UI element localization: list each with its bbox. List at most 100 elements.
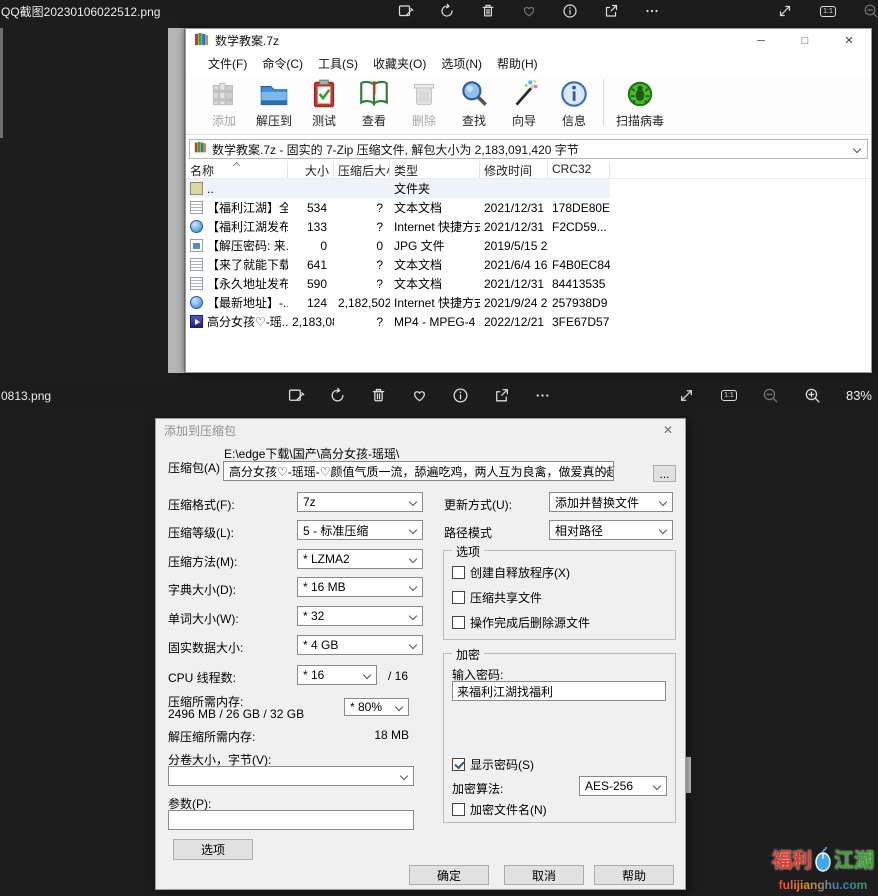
more-icon[interactable] — [637, 2, 667, 20]
column-name[interactable]: 名称 — [186, 161, 288, 178]
parameters-input[interactable] — [168, 810, 414, 830]
site-watermark: 福利 江湖 fulijianghu.com — [771, 846, 875, 892]
cancel-button[interactable]: 取消 — [504, 865, 584, 885]
test-button[interactable]: 测试 — [299, 75, 349, 129]
extract-button[interactable]: 解压到 — [249, 75, 299, 129]
archive-name-combo[interactable]: 高分女孩♡-瑶瑶-♡颜值气质一流，舔遍吃鸡，两人互为良禽，做爱真的超级爽，尽管外 — [223, 461, 614, 481]
chevron-down-icon[interactable] — [853, 145, 861, 153]
toolbar-separator — [603, 79, 604, 125]
info-button[interactable]: 信息 — [549, 75, 599, 129]
archive-app-icon — [194, 32, 209, 50]
memory-percent-select[interactable]: * 80% — [344, 698, 409, 716]
table-row[interactable]: 【福利江湖】全... 534? 文本文档2021/12/31 1...178DE… — [186, 198, 871, 217]
format-select[interactable]: 7z — [297, 492, 423, 512]
screenshot-stage: QQ截图20230106022512.png 1:1 数学教案.7z ─ □ — [0, 0, 878, 896]
archive-file-icon — [194, 141, 207, 157]
show-password-checkbox[interactable]: 显示密码(S) — [452, 756, 534, 773]
minimize-button[interactable]: ─ — [739, 35, 783, 47]
zoom-out-icon[interactable] — [756, 387, 786, 405]
column-crc32[interactable]: CRC32 — [548, 161, 610, 178]
menu-favorites[interactable]: 收藏夹(O) — [373, 55, 426, 72]
close-button[interactable]: ✕ — [827, 34, 871, 47]
column-size[interactable]: 大小 — [288, 161, 334, 178]
image-file-icon — [190, 239, 203, 252]
info-icon[interactable] — [555, 2, 585, 20]
delete-icon[interactable] — [363, 387, 393, 405]
address-bar[interactable]: 数学教案.7z - 固实的 7-Zip 压缩文件, 解包大小为 2,183,09… — [189, 139, 868, 159]
compress-shared-checkbox[interactable]: 压缩共享文件 — [452, 589, 542, 606]
table-row[interactable]: 【解压密码: 来... 00 JPG 文件2019/5/15 22... — [186, 236, 871, 255]
menu-options[interactable]: 选项(N) — [441, 55, 482, 72]
dictionary-select[interactable]: * 16 MB — [297, 577, 423, 597]
delete-after-checkbox[interactable]: 操作完成后删除源文件 — [452, 614, 590, 631]
word-size-select[interactable]: * 32 — [297, 606, 423, 626]
view-button[interactable]: 查看 — [349, 75, 399, 129]
share-icon[interactable] — [596, 2, 626, 20]
edit-image-icon[interactable] — [281, 387, 311, 405]
ok-button[interactable]: 确定 — [409, 865, 489, 885]
delete-button[interactable]: 删除 — [399, 75, 449, 129]
path-mode-select[interactable]: 相对路径 — [549, 520, 673, 540]
file-list: .. 文件夹 【福利江湖】全... 534? 文本文档2021/12/31 1.… — [186, 179, 871, 331]
share-icon[interactable] — [486, 387, 516, 405]
menu-file[interactable]: 文件(F) — [208, 55, 247, 72]
dialog-close-icon[interactable]: ✕ — [651, 419, 685, 441]
table-row[interactable]: 【永久地址发布... 590? 文本文档2021/12/31 1...84413… — [186, 274, 871, 293]
fullscreen-icon[interactable] — [770, 2, 800, 20]
dialog-titlebar[interactable]: 添加到压缩包 — [156, 419, 685, 441]
fullscreen-icon[interactable] — [672, 387, 702, 405]
edit-image-icon[interactable] — [391, 2, 421, 20]
level-select[interactable]: 5 - 标准压缩 — [297, 520, 423, 540]
encryption-group-legend: 加密 — [452, 646, 484, 663]
info-icon[interactable] — [445, 387, 475, 405]
options-button[interactable]: 选项 — [173, 839, 253, 860]
extract-folder-icon — [257, 77, 291, 111]
dialog-right-sliver — [686, 757, 691, 793]
create-sfx-checkbox[interactable]: 创建自释放程序(X) — [452, 564, 570, 581]
more-icon[interactable] — [527, 387, 557, 405]
virus-scan-icon — [623, 77, 657, 111]
table-row[interactable]: 【来了就能下载... 641? 文本文档2021/6/4 16:07F4B0EC… — [186, 255, 871, 274]
browse-button[interactable]: ... — [653, 465, 676, 482]
internet-shortcut-icon — [190, 296, 203, 309]
maximize-button[interactable]: □ — [783, 35, 827, 47]
encryption-method-select[interactable]: AES-256 — [579, 776, 667, 796]
rotate-icon[interactable] — [432, 2, 462, 20]
table-row[interactable]: 【最新地址】-... 1242,182,502,... Internet 快捷方… — [186, 293, 871, 312]
favorite-icon[interactable] — [404, 387, 434, 405]
encryption-group: 加密 输入密码: 显示密码(S) 加密算法: AES-256 加密文件名(N) — [443, 653, 676, 823]
actual-size-icon[interactable]: 1:1 — [714, 387, 744, 405]
delete-icon[interactable] — [473, 2, 503, 20]
password-input[interactable] — [452, 681, 666, 701]
archive-label: 压缩包(A) — [168, 459, 220, 476]
favorite-icon[interactable] — [514, 2, 544, 20]
zoom-in-icon[interactable] — [798, 387, 828, 405]
rotate-icon[interactable] — [322, 387, 352, 405]
column-type[interactable]: 类型 — [390, 161, 480, 178]
actual-size-icon[interactable]: 1:1 — [813, 2, 843, 20]
wizard-button[interactable]: 向导 — [499, 75, 549, 129]
memory-compress-detail: 2496 MB / 26 GB / 32 GB — [168, 707, 304, 721]
bottom-viewer-filename: 0813.png — [1, 389, 221, 403]
volume-size-combo[interactable] — [168, 766, 414, 786]
table-row[interactable]: .. 文件夹 — [186, 179, 871, 198]
solid-size-select[interactable]: * 4 GB — [297, 635, 423, 655]
method-select[interactable]: * LZMA2 — [297, 549, 423, 569]
solid-size-label: 固实数据大小: — [168, 639, 243, 656]
add-button[interactable]: 添加 — [199, 75, 249, 129]
menu-tools[interactable]: 工具(S) — [318, 55, 358, 72]
scan-virus-button[interactable]: 扫描病毒 — [610, 75, 670, 129]
menu-commands[interactable]: 命令(C) — [262, 55, 303, 72]
table-row[interactable]: 高分女孩♡-瑶... 2,183,089,...? MP4 - MPEG-4 .… — [186, 312, 871, 331]
find-button[interactable]: 查找 — [449, 75, 499, 129]
encrypt-filenames-checkbox[interactable]: 加密文件名(N) — [452, 801, 547, 818]
column-packed-size[interactable]: 压缩后大小 — [334, 161, 390, 178]
table-row[interactable]: 【福利江湖发布... 133? Internet 快捷方式2021/12/31 … — [186, 217, 871, 236]
sevenzip-titlebar[interactable]: 数学教案.7z ─ □ ✕ — [186, 29, 871, 52]
menu-help[interactable]: 帮助(H) — [497, 55, 538, 72]
help-button[interactable]: 帮助 — [594, 865, 674, 885]
update-mode-select[interactable]: 添加并替换文件 — [549, 492, 673, 512]
cpu-threads-select[interactable]: * 16 — [297, 665, 377, 685]
zoom-out-icon[interactable] — [856, 2, 878, 20]
column-modified[interactable]: 修改时间 — [480, 161, 548, 178]
